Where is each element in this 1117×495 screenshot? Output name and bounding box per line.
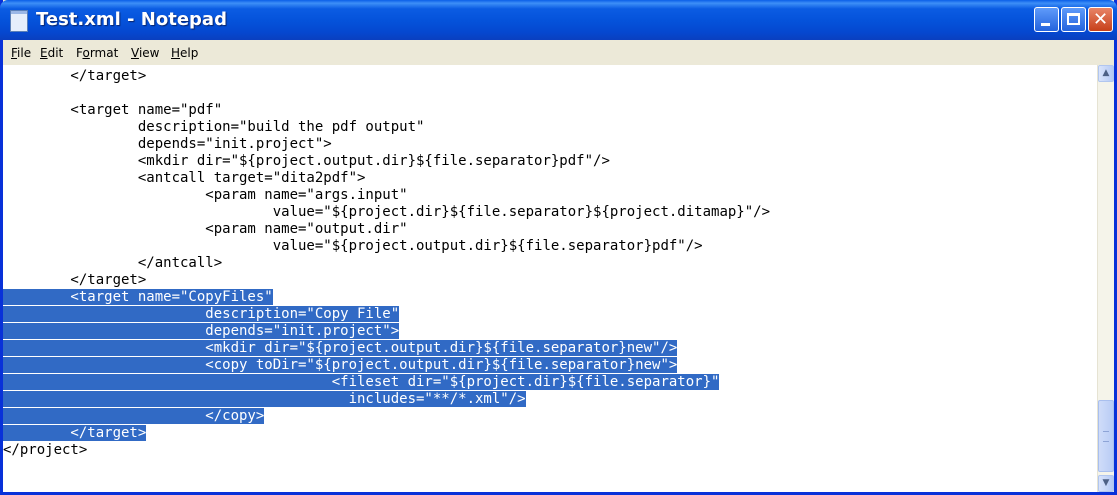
close-icon: ✕ xyxy=(1092,9,1109,30)
code-line: </antcall> xyxy=(3,255,770,272)
code-line: <antcall target="dita2pdf"> xyxy=(3,170,770,187)
scroll-down-arrow-icon: ▼ xyxy=(1102,478,1110,488)
code-line: </project> xyxy=(3,442,770,459)
menu-format-label: rmat xyxy=(89,46,119,60)
code-line: </copy> xyxy=(3,408,770,425)
maximize-icon xyxy=(1067,13,1080,25)
maximize-button[interactable] xyxy=(1061,7,1086,32)
menu-edit[interactable]: Edit xyxy=(40,46,63,60)
code-line: </target> xyxy=(3,425,770,442)
notepad-icon[interactable] xyxy=(10,10,28,32)
menu-edit-hotkey: E xyxy=(40,46,48,60)
code-line: includes="**/*.xml"/> xyxy=(3,391,770,408)
menu-help-label: elp xyxy=(180,46,199,60)
vertical-scrollbar[interactable]: ▲ ▼ xyxy=(1097,65,1114,492)
code-line: <mkdir dir="${project.output.dir}${file.… xyxy=(3,153,770,170)
minimize-icon xyxy=(1041,23,1050,26)
selected-text: <fileset dir="${project.dir}${file.separ… xyxy=(3,374,720,390)
selected-text: <mkdir dir="${project.output.dir}${file.… xyxy=(3,340,678,356)
code-line-text: </project> xyxy=(3,442,88,458)
menu-file-label: ile xyxy=(17,46,32,60)
code-line-text: description="build the pdf output" xyxy=(3,119,425,135)
code-line: <copy toDir="${project.output.dir}${file… xyxy=(3,357,770,374)
code-line: </target> xyxy=(3,68,770,85)
code-line: depends="init.project"> xyxy=(3,136,770,153)
code-line: <param name="args.input" xyxy=(3,187,770,204)
menu-help[interactable]: Help xyxy=(171,46,198,60)
selected-text: <copy toDir="${project.output.dir}${file… xyxy=(3,357,678,373)
scroll-down-button[interactable]: ▼ xyxy=(1098,475,1114,492)
menu-edit-label: dit xyxy=(47,46,64,60)
code-line: <mkdir dir="${project.output.dir}${file.… xyxy=(3,340,770,357)
code-line-text: <param name="output.dir" xyxy=(3,221,408,237)
code-line-text: <antcall target="dita2pdf"> xyxy=(3,170,366,186)
menu-format[interactable]: Format xyxy=(76,46,118,60)
selected-text: description="Copy File" xyxy=(3,306,400,322)
code-line-text: </antcall> xyxy=(3,255,223,271)
code-line-text: <param name="args.input" xyxy=(3,187,408,203)
code-line-text: value="${project.dir}${file.separator}${… xyxy=(3,204,771,220)
code-text: </target> <target name="pdf" description… xyxy=(3,68,770,459)
code-line: <target name="pdf" xyxy=(3,102,770,119)
scroll-grip-icon xyxy=(1103,431,1109,442)
minimize-button[interactable] xyxy=(1034,7,1059,32)
code-line-text: depends="init.project"> xyxy=(3,136,332,152)
code-line: value="${project.dir}${file.separator}${… xyxy=(3,204,770,221)
menu-format-hotkey: o xyxy=(82,46,90,60)
menu-bar: File Edit Format View Help xyxy=(3,40,1114,65)
text-editor[interactable]: </target> <target name="pdf" description… xyxy=(3,65,1097,492)
selected-text: </target> xyxy=(3,425,147,441)
notepad-window: Test.xml - Notepad ✕ File Edit Format Vi… xyxy=(0,0,1117,495)
code-line: <fileset dir="${project.dir}${file.separ… xyxy=(3,374,770,391)
title-bar[interactable]: Test.xml - Notepad ✕ xyxy=(0,0,1117,40)
code-line: value="${project.output.dir}${file.separ… xyxy=(3,238,770,255)
code-line-text: value="${project.output.dir}${file.separ… xyxy=(3,238,703,254)
code-line: description="build the pdf output" xyxy=(3,119,770,136)
selected-text: </copy> xyxy=(3,408,265,424)
selected-text: depends="init.project"> xyxy=(3,323,400,339)
code-line: <target name="CopyFiles" xyxy=(3,289,770,306)
code-line-text: </target> xyxy=(3,68,147,84)
code-line-text: </target> xyxy=(3,272,147,288)
menu-view-label: iew xyxy=(138,46,160,60)
code-line: <param name="output.dir" xyxy=(3,221,770,238)
menu-view[interactable]: View xyxy=(131,46,159,60)
menu-help-hotkey: H xyxy=(171,46,181,60)
scroll-thumb[interactable] xyxy=(1098,400,1114,472)
menu-view-hotkey: V xyxy=(131,46,139,60)
selected-text: includes="**/*.xml"/> xyxy=(3,391,526,407)
code-line-text: <target name="pdf" xyxy=(3,102,223,118)
code-line: depends="init.project"> xyxy=(3,323,770,340)
code-line: </target> xyxy=(3,272,770,289)
selected-text: <target name="CopyFiles" xyxy=(3,289,273,305)
code-line-text: <mkdir dir="${project.output.dir}${file.… xyxy=(3,153,610,169)
window-title: Test.xml - Notepad xyxy=(36,9,227,30)
menu-file[interactable]: File xyxy=(11,46,31,60)
code-line: description="Copy File" xyxy=(3,306,770,323)
close-button[interactable]: ✕ xyxy=(1088,7,1113,32)
scroll-up-button[interactable]: ▲ xyxy=(1098,65,1114,82)
scroll-up-arrow-icon: ▲ xyxy=(1102,68,1110,78)
